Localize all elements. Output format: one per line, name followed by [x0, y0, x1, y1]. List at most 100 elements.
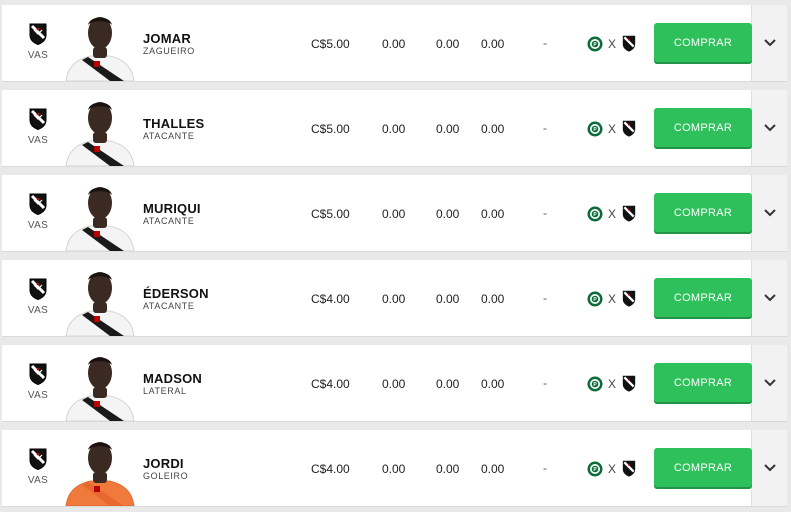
stat-last-score: 0.00	[382, 377, 406, 391]
player-position: ZAGUEIRO	[143, 46, 195, 56]
player-info: MADSON LATERAL	[143, 372, 202, 397]
vasco-crest-icon	[622, 120, 636, 137]
buy-button[interactable]: COMPRAR	[654, 23, 752, 62]
match-separator: X	[608, 291, 617, 306]
buy-button[interactable]: COMPRAR	[654, 278, 752, 317]
stat-average: 0.00	[436, 37, 460, 51]
player-info: THALLES ATACANTE	[143, 117, 204, 142]
stat-last-score: 0.00	[382, 462, 406, 476]
player-name[interactable]: JOMAR	[143, 32, 195, 46]
player-name[interactable]: MURIQUI	[143, 202, 201, 216]
palmeiras-crest-icon: P	[587, 461, 603, 476]
club-abbreviation: VAS	[27, 220, 49, 231]
player-name[interactable]: MADSON	[143, 372, 202, 386]
match-separator: X	[608, 121, 617, 136]
club-abbreviation: VAS	[27, 475, 49, 486]
next-match: P X	[587, 205, 636, 222]
player-position: LATERAL	[143, 386, 187, 396]
next-match: P X	[587, 35, 636, 52]
club: VAS	[24, 448, 52, 486]
player-photo	[64, 11, 136, 81]
player-price: C$4.00	[311, 377, 350, 391]
expand-row-button[interactable]	[751, 175, 787, 252]
player-price: C$4.00	[311, 292, 350, 306]
club: VAS	[24, 363, 52, 401]
player-info: JORDI GOLEIRO	[143, 457, 188, 482]
player-price: C$5.00	[311, 207, 350, 221]
next-match: P X	[587, 290, 636, 307]
club-abbreviation: VAS	[27, 135, 49, 146]
vasco-shield-icon	[29, 278, 47, 300]
buy-button[interactable]: COMPRAR	[654, 193, 752, 232]
stat-variation: 0.00	[481, 122, 505, 136]
next-match: P X	[587, 375, 636, 392]
palmeiras-crest-icon: P	[587, 121, 603, 136]
player-photo	[64, 96, 136, 166]
next-match: P X	[587, 120, 636, 137]
player-name[interactable]: JORDI	[143, 457, 188, 471]
stat-average: 0.00	[436, 462, 460, 476]
vasco-crest-icon	[622, 35, 636, 52]
expand-row-button[interactable]	[751, 5, 787, 82]
stat-average: 0.00	[436, 207, 460, 221]
stat-average: 0.00	[436, 122, 460, 136]
chevron-down-icon	[763, 464, 776, 472]
stat-variation: 0.00	[481, 377, 505, 391]
club: VAS	[24, 193, 52, 231]
palmeiras-crest-icon: P	[587, 206, 603, 221]
stat-average: 0.00	[436, 377, 460, 391]
player-info: JOMAR ZAGUEIRO	[143, 32, 195, 57]
vasco-shield-icon	[29, 448, 47, 470]
vasco-shield-icon	[29, 193, 47, 215]
club-abbreviation: VAS	[27, 390, 49, 401]
palmeiras-crest-icon: P	[587, 36, 603, 51]
buy-button[interactable]: COMPRAR	[654, 108, 752, 147]
player-name[interactable]: THALLES	[143, 117, 204, 131]
expand-row-button[interactable]	[751, 345, 787, 422]
buy-button[interactable]: COMPRAR	[654, 448, 752, 487]
stat-last-score: 0.00	[382, 122, 406, 136]
expand-row-button[interactable]	[751, 430, 787, 507]
player-position: ATACANTE	[143, 216, 195, 226]
chevron-down-icon	[763, 379, 776, 387]
stat-last-score: 0.00	[382, 292, 406, 306]
player-card: VAS MURIQUI ATACANTE C$5.00 0.00 0.00 0.…	[2, 175, 752, 252]
buy-button[interactable]: COMPRAR	[654, 363, 752, 402]
player-status: -	[543, 121, 547, 135]
palmeiras-crest-icon: P	[587, 376, 603, 391]
expand-row-button[interactable]	[751, 90, 787, 167]
stat-variation: 0.00	[481, 462, 505, 476]
player-photo	[64, 266, 136, 336]
player-status: -	[543, 36, 547, 50]
stat-average: 0.00	[436, 292, 460, 306]
player-row: VAS MADSON LATERAL C$4.00 0.00 0.00 0.00	[2, 345, 787, 422]
player-info: MURIQUI ATACANTE	[143, 202, 201, 227]
player-position: GOLEIRO	[143, 471, 189, 481]
player-status: -	[543, 291, 547, 305]
player-status: -	[543, 461, 547, 475]
player-row: VAS MURIQUI ATACANTE C$5.00 0.00 0.00 0.…	[2, 175, 787, 252]
player-row: VAS JORDI GOLEIRO C$4.00 0.00 0.00 0.00	[2, 430, 787, 507]
match-separator: X	[608, 461, 617, 476]
stat-variation: 0.00	[481, 292, 505, 306]
stat-variation: 0.00	[481, 207, 505, 221]
vasco-crest-icon	[622, 290, 636, 307]
match-separator: X	[608, 36, 617, 51]
player-photo	[64, 351, 136, 421]
club: VAS	[24, 23, 52, 61]
stat-last-score: 0.00	[382, 207, 406, 221]
vasco-crest-icon	[622, 460, 636, 477]
club: VAS	[24, 278, 52, 316]
player-photo	[64, 436, 136, 506]
match-separator: X	[608, 206, 617, 221]
player-name[interactable]: ÉDERSON	[143, 287, 209, 301]
club: VAS	[24, 108, 52, 146]
match-separator: X	[608, 376, 617, 391]
chevron-down-icon	[763, 294, 776, 302]
player-status: -	[543, 206, 547, 220]
player-price: C$4.00	[311, 462, 350, 476]
club-abbreviation: VAS	[27, 305, 49, 316]
vasco-shield-icon	[29, 23, 47, 45]
player-position: ATACANTE	[143, 301, 195, 311]
expand-row-button[interactable]	[751, 260, 787, 337]
